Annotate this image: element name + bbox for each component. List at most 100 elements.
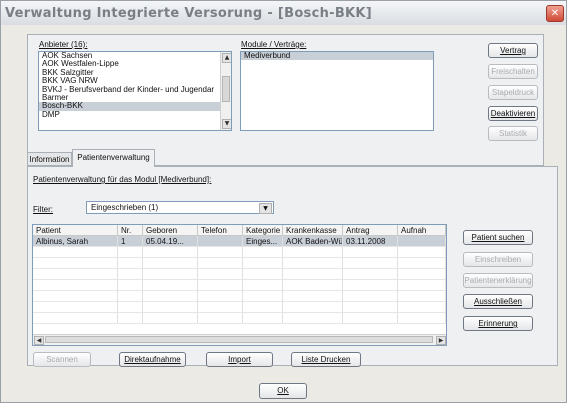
table-cell — [398, 280, 446, 291]
filter-label: Filter: — [33, 205, 53, 214]
table-cell — [398, 302, 446, 313]
ok-button-label: OK — [277, 386, 289, 395]
scroll-down-icon[interactable]: ▼ — [222, 119, 231, 129]
scroll-up-icon[interactable]: ▲ — [222, 53, 231, 63]
provider-item[interactable]: DMP — [39, 111, 220, 119]
providers-scrollbar[interactable]: ▲ ▼ — [220, 52, 231, 130]
table-cell — [118, 302, 143, 313]
erinnerung-label: Erinnerung — [478, 319, 518, 328]
ausschliessen-label: Ausschließen — [473, 297, 523, 306]
provider-item[interactable]: AOK Sachsen — [39, 52, 220, 60]
table-cell — [283, 247, 343, 258]
chevron-down-icon[interactable]: ▼ — [259, 203, 272, 214]
providers-items: AOK Sachsen AOK Westfalen-Lippe BKK Salzgi… — [39, 52, 231, 119]
table-cell — [398, 247, 446, 258]
table-cell — [283, 313, 343, 324]
column-header[interactable]: Krankenkasse — [283, 225, 343, 236]
table-cell — [143, 291, 198, 302]
patientenerklaerung-button[interactable]: Patientenerklärung — [463, 273, 533, 288]
patient-suchen-label: Patient suchen — [471, 233, 525, 242]
liste-drucken-button[interactable]: Liste Drucken — [291, 352, 361, 367]
table-cell — [33, 280, 118, 291]
statistik-button[interactable]: Statistik — [488, 126, 538, 141]
column-header[interactable]: Telefon — [198, 225, 243, 236]
scroll-left-icon[interactable]: ◀ — [34, 336, 44, 345]
table-cell — [198, 247, 243, 258]
table-cell — [283, 258, 343, 269]
provider-item[interactable]: BKK VAG NRW — [39, 77, 220, 85]
column-header[interactable]: Kategorie — [243, 225, 283, 236]
providers-list[interactable]: AOK Sachsen AOK Westfalen-Lippe BKK Salzgi… — [38, 51, 232, 131]
modules-label: Module / Verträge: — [241, 40, 307, 49]
table-cell: AOK Baden-Wü... — [283, 236, 343, 247]
table-cell — [343, 280, 398, 291]
table-cell — [118, 280, 143, 291]
table-cell — [283, 291, 343, 302]
table-cell — [343, 302, 398, 313]
table-cell — [398, 291, 446, 302]
providers-panel: Anbieter (16): AOK Sachsen AOK Westfalen-… — [27, 34, 544, 166]
liste-drucken-label: Liste Drucken — [301, 355, 351, 364]
tab-information[interactable]: Information — [27, 152, 72, 166]
direktaufnahme-label: Direktaufnahme — [124, 355, 181, 364]
table-cell — [118, 258, 143, 269]
einschreiben-button[interactable]: Einschreiben — [463, 252, 533, 267]
vertrag-button-label: Vertrag — [500, 46, 526, 55]
provider-item[interactable]: BVKJ - Berufsverband der Kinder- und Jug… — [39, 86, 220, 94]
column-header[interactable]: Patient — [33, 225, 118, 236]
provider-item[interactable]: Bosch-BKK — [39, 102, 220, 111]
table-cell: Einges... — [243, 236, 283, 247]
vertrag-button[interactable]: Vertrag — [488, 43, 538, 58]
filter-select[interactable]: Eingeschrieben (1) ▼ — [86, 201, 274, 214]
provider-item[interactable]: BKK Salzgitter — [39, 69, 220, 77]
close-button[interactable]: ✕ — [546, 5, 564, 22]
scroll-right-icon[interactable]: ▶ — [436, 336, 446, 345]
ausschliessen-button[interactable]: Ausschließen — [463, 294, 533, 309]
table-cell — [33, 291, 118, 302]
module-item[interactable]: Mediverbund — [241, 52, 433, 61]
patient-table-body: Patient Nr. Geboren Telefon Kategorie Kranken… — [33, 225, 446, 333]
freischalten-button[interactable]: Freischalten — [488, 64, 538, 79]
provider-item[interactable]: AOK Westfalen-Lippe — [39, 60, 220, 68]
provider-item[interactable]: Barmer — [39, 94, 220, 102]
table-cell — [343, 258, 398, 269]
patient-panel: Patientenverwaltung für das Modul [Mediv… — [27, 166, 558, 367]
hscroll-thumb[interactable] — [45, 336, 433, 343]
table-cell — [33, 302, 118, 313]
stapeldruck-button[interactable]: Stapeldruck — [488, 85, 538, 100]
patient-suchen-button[interactable]: Patient suchen — [463, 230, 533, 245]
column-header[interactable]: Geboren — [143, 225, 198, 236]
modules-list[interactable]: Mediverbund — [240, 51, 434, 131]
providers-label: Anbieter (16): — [39, 40, 88, 49]
erinnerung-button[interactable]: Erinnerung — [463, 316, 533, 331]
column-header[interactable]: Aufnah — [398, 225, 446, 236]
table-hscrollbar[interactable]: ◀ ▶ — [33, 334, 446, 345]
import-button[interactable]: Import — [206, 352, 273, 367]
table-cell — [243, 269, 283, 280]
table-cell — [33, 269, 118, 280]
table-cell — [243, 258, 283, 269]
column-header[interactable]: Antrag — [343, 225, 398, 236]
tab-patientenverwaltung[interactable]: Patientenverwaltung — [72, 149, 155, 167]
ok-button[interactable]: OK — [259, 383, 307, 399]
table-cell — [283, 302, 343, 313]
table-cell — [143, 302, 198, 313]
table-cell — [398, 313, 446, 324]
deaktivieren-button-label: Deaktivieren — [490, 109, 536, 118]
table-cell — [243, 247, 283, 258]
deaktivieren-button[interactable]: Deaktivieren — [488, 106, 538, 121]
window-title: Verwaltung Integrierte Versorung - [Bosc… — [5, 6, 373, 21]
scannen-button[interactable]: Scannen — [33, 352, 91, 367]
table-cell — [398, 269, 446, 280]
main-window: Verwaltung Integrierte Versorung - [Bosc… — [0, 0, 567, 403]
scroll-thumb[interactable] — [222, 76, 230, 102]
table-cell — [118, 313, 143, 324]
table-cell — [33, 247, 118, 258]
table-cell — [198, 236, 243, 247]
table-cell — [243, 280, 283, 291]
direktaufnahme-button[interactable]: Direktaufnahme — [119, 352, 186, 367]
title-bar: Verwaltung Integrierte Versorung - [Bosc… — [1, 1, 566, 25]
table-cell — [198, 258, 243, 269]
filter-value: Eingeschrieben (1) — [91, 203, 159, 212]
column-header[interactable]: Nr. — [118, 225, 143, 236]
